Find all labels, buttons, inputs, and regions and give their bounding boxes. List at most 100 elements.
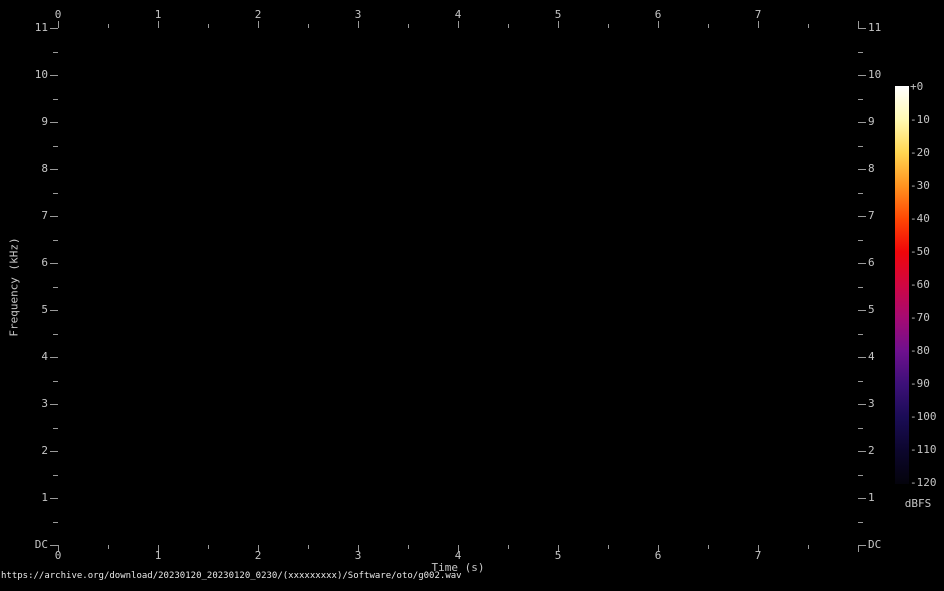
axis-tick [508,24,509,28]
axis-tick [53,52,58,53]
axis-tick [108,24,109,28]
axis-tick [108,545,109,549]
x-tick-label-top: 6 [646,8,670,22]
colorbar-tick-label: -10 [910,113,944,127]
axis-tick [50,169,58,170]
axis-tick [558,21,559,28]
axis-tick [858,428,863,429]
axis-tick [50,75,58,76]
source-url: https://archive.org/download/20230120_20… [1,571,462,581]
colorbar-tick-label: -90 [910,377,944,391]
axis-tick [308,545,309,549]
x-tick-label-bottom: 1 [146,549,170,563]
axis-tick [458,21,459,28]
axis-tick [658,21,659,28]
axis-tick [858,545,859,552]
axis-tick [50,545,58,546]
x-tick-label-bottom: 6 [646,549,670,563]
colorbar-tick-label: +0 [910,80,944,94]
axis-tick [858,381,863,382]
axis-tick [208,545,209,549]
axis-tick [858,28,866,29]
colorbar-tick-label: -50 [910,245,944,259]
x-tick-label-bottom: 5 [546,549,570,563]
x-tick-label-top: 1 [146,8,170,22]
axis-tick [858,498,866,499]
axis-tick [858,263,866,264]
colorbar-unit-label: dBFS [896,497,940,510]
axis-tick [858,122,866,123]
axis-tick [53,428,58,429]
axis-tick [858,451,866,452]
axis-tick [858,146,863,147]
axis-tick [53,240,58,241]
axis-tick [50,216,58,217]
axis-tick [408,24,409,28]
axis-tick [53,522,58,523]
y-axis-title: Frequency (kHz) [8,237,21,336]
axis-tick [708,545,709,549]
axis-tick [50,122,58,123]
axis-tick [858,357,866,358]
axis-tick [858,522,863,523]
x-tick-label-bottom: 7 [746,549,770,563]
axis-tick [158,21,159,28]
y-tick-label-left: 9 [0,115,48,129]
axis-tick [50,310,58,311]
axis-tick [808,545,809,549]
axis-tick [858,216,866,217]
x-tick-label-top: 2 [246,8,270,22]
axis-tick [53,99,58,100]
axis-tick [53,193,58,194]
axis-tick [53,146,58,147]
axis-tick [858,310,866,311]
colorbar-tick-label: -20 [910,146,944,160]
colorbar-tick-label: -120 [910,476,944,490]
axis-tick [53,381,58,382]
colorbar-tick-label: -110 [910,443,944,457]
axis-tick [408,545,409,549]
axis-tick [508,545,509,549]
axis-tick [858,287,863,288]
x-tick-label-top: 5 [546,8,570,22]
axis-tick [50,28,58,29]
y-tick-label-left: 1 [0,491,48,505]
axis-tick [858,169,866,170]
y-tick-label-left: 7 [0,209,48,223]
y-tick-label-left: 10 [0,68,48,82]
y-tick-label-right: DC [868,538,908,552]
colorbar-tick-label: -80 [910,344,944,358]
y-tick-label-left: 2 [0,444,48,458]
x-tick-label-bottom: 2 [246,549,270,563]
axis-tick [858,545,866,546]
x-tick-label-top: 7 [746,8,770,22]
y-tick-label-left: DC [0,538,48,552]
axis-tick [858,240,863,241]
axis-tick [858,404,866,405]
axis-tick [50,263,58,264]
axis-tick [308,24,309,28]
axis-tick [708,24,709,28]
y-tick-label-left: 8 [0,162,48,176]
spectrogram-heatmap [58,28,858,545]
y-tick-label-right: 10 [868,68,908,82]
axis-tick [53,287,58,288]
x-tick-label-bottom: 0 [46,549,70,563]
axis-tick [858,334,863,335]
x-tick-label-top: 3 [346,8,370,22]
spectrogram-figure: 01234567 01234567 DC1234567891011 DC1234… [0,0,944,591]
axis-tick [858,21,859,28]
colorbar-tick-label: -60 [910,278,944,292]
axis-tick [858,99,863,100]
axis-tick [50,498,58,499]
axis-tick [808,24,809,28]
axis-tick [608,545,609,549]
x-tick-label-top: 4 [446,8,470,22]
axis-tick [50,404,58,405]
colorbar-gradient [895,86,909,484]
colorbar-tick-label: -30 [910,179,944,193]
axis-tick [208,24,209,28]
axis-tick [858,75,866,76]
colorbar-tick-label: -70 [910,311,944,325]
axis-tick [858,52,863,53]
